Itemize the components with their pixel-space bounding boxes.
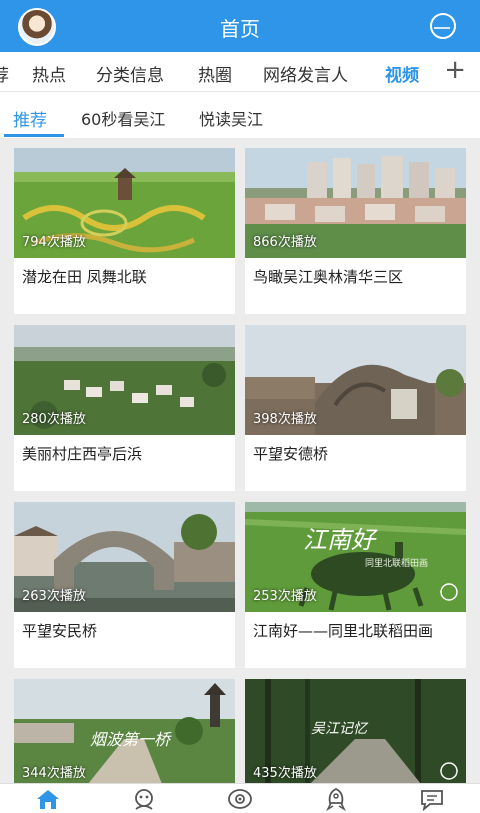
category-tab-partial[interactable]: 荐 bbox=[0, 61, 9, 86]
search-icon[interactable] bbox=[428, 11, 458, 41]
play-count: 253次播放 bbox=[253, 589, 317, 604]
play-count: 866次播放 bbox=[253, 235, 317, 250]
category-tab-hot[interactable]: 热点 bbox=[32, 61, 66, 86]
play-count: 263次播放 bbox=[22, 589, 86, 604]
video-thumbnail[interactable]: 江南好 同里北联稻田画 253次播放 bbox=[245, 502, 466, 612]
category-tab-video[interactable]: 视频 bbox=[385, 61, 419, 86]
video-thumbnail[interactable]: 794次播放 bbox=[14, 148, 235, 258]
home-icon[interactable] bbox=[34, 787, 62, 811]
video-thumbnail[interactable]: 280次播放 bbox=[14, 325, 235, 435]
video-title: 鸟瞰吴江奥林清华三区 bbox=[253, 268, 404, 286]
add-category-icon[interactable]: + bbox=[444, 55, 466, 85]
play-count: 398次播放 bbox=[253, 412, 317, 427]
video-thumbnail[interactable]: 398次播放 bbox=[245, 325, 466, 435]
category-tab-circle[interactable]: 热圈 bbox=[198, 61, 232, 86]
video-title: 潜龙在田 凤舞北联 bbox=[22, 268, 147, 286]
top-bar: 首页 bbox=[0, 0, 480, 52]
video-card[interactable]: 烟波第一桥 344次播放 bbox=[14, 679, 235, 783]
play-count: 794次播放 bbox=[22, 235, 86, 250]
video-card[interactable]: 吴江记忆 435次播放 bbox=[245, 679, 466, 783]
video-card[interactable]: 794次播放 潜龙在田 凤舞北联 bbox=[14, 148, 235, 314]
video-title: 江南好——同里北联稻田画 bbox=[253, 622, 434, 640]
bottom-nav-bar bbox=[0, 783, 480, 813]
rice-art-title: 江南好 bbox=[303, 526, 378, 554]
video-card[interactable]: 263次播放 平望安民桥 bbox=[14, 502, 235, 668]
service-icon[interactable] bbox=[130, 787, 158, 811]
rice-art-subtitle: 同里北联稻田画 bbox=[365, 558, 428, 569]
play-count: 344次播放 bbox=[22, 766, 86, 781]
video-title: 平望安德桥 bbox=[253, 445, 329, 463]
video-title: 美丽村庄西亭后浜 bbox=[22, 445, 143, 463]
video-card[interactable]: 江南好 同里北联稻田画 253次播放 江南好——同里北联稻田画 bbox=[245, 502, 466, 668]
play-count: 280次播放 bbox=[22, 412, 86, 427]
video-thumbnail[interactable]: 263次播放 bbox=[14, 502, 235, 612]
video-card[interactable]: 280次播放 美丽村庄西亭后浜 bbox=[14, 325, 235, 491]
play-count: 435次播放 bbox=[253, 766, 317, 781]
page-title: 首页 bbox=[220, 17, 260, 41]
discover-icon[interactable] bbox=[322, 787, 350, 811]
watch-icon[interactable] bbox=[226, 787, 254, 811]
category-tab-spokesperson[interactable]: 网络发言人 bbox=[263, 61, 348, 86]
memory-title: 吴江记忆 bbox=[311, 721, 369, 737]
video-thumbnail[interactable]: 866次播放 bbox=[245, 148, 466, 258]
category-tab-classified[interactable]: 分类信息 bbox=[96, 61, 164, 86]
tab-60s-wujiang[interactable]: 60秒看吴江 bbox=[81, 106, 165, 130]
video-thumbnail[interactable]: 烟波第一桥 344次播放 bbox=[14, 679, 235, 783]
bridge-title: 烟波第一桥 bbox=[90, 730, 172, 749]
video-card[interactable]: 866次播放 鸟瞰吴江奥林清华三区 bbox=[245, 148, 466, 314]
sub-tab-bar: 推荐 60秒看吴江 悦读吴江 bbox=[0, 92, 480, 138]
category-bar: 荐 热点 分类信息 热圈 网络发言人 视频 + bbox=[0, 52, 480, 92]
tab-recommend[interactable]: 推荐 bbox=[13, 106, 47, 131]
message-icon[interactable] bbox=[418, 787, 446, 811]
video-title: 平望安民桥 bbox=[22, 622, 98, 640]
video-card[interactable]: 398次播放 平望安德桥 bbox=[245, 325, 466, 491]
active-tab-indicator bbox=[4, 134, 64, 137]
tab-read-wujiang[interactable]: 悦读吴江 bbox=[199, 106, 263, 130]
video-thumbnail[interactable]: 吴江记忆 435次播放 bbox=[245, 679, 466, 783]
